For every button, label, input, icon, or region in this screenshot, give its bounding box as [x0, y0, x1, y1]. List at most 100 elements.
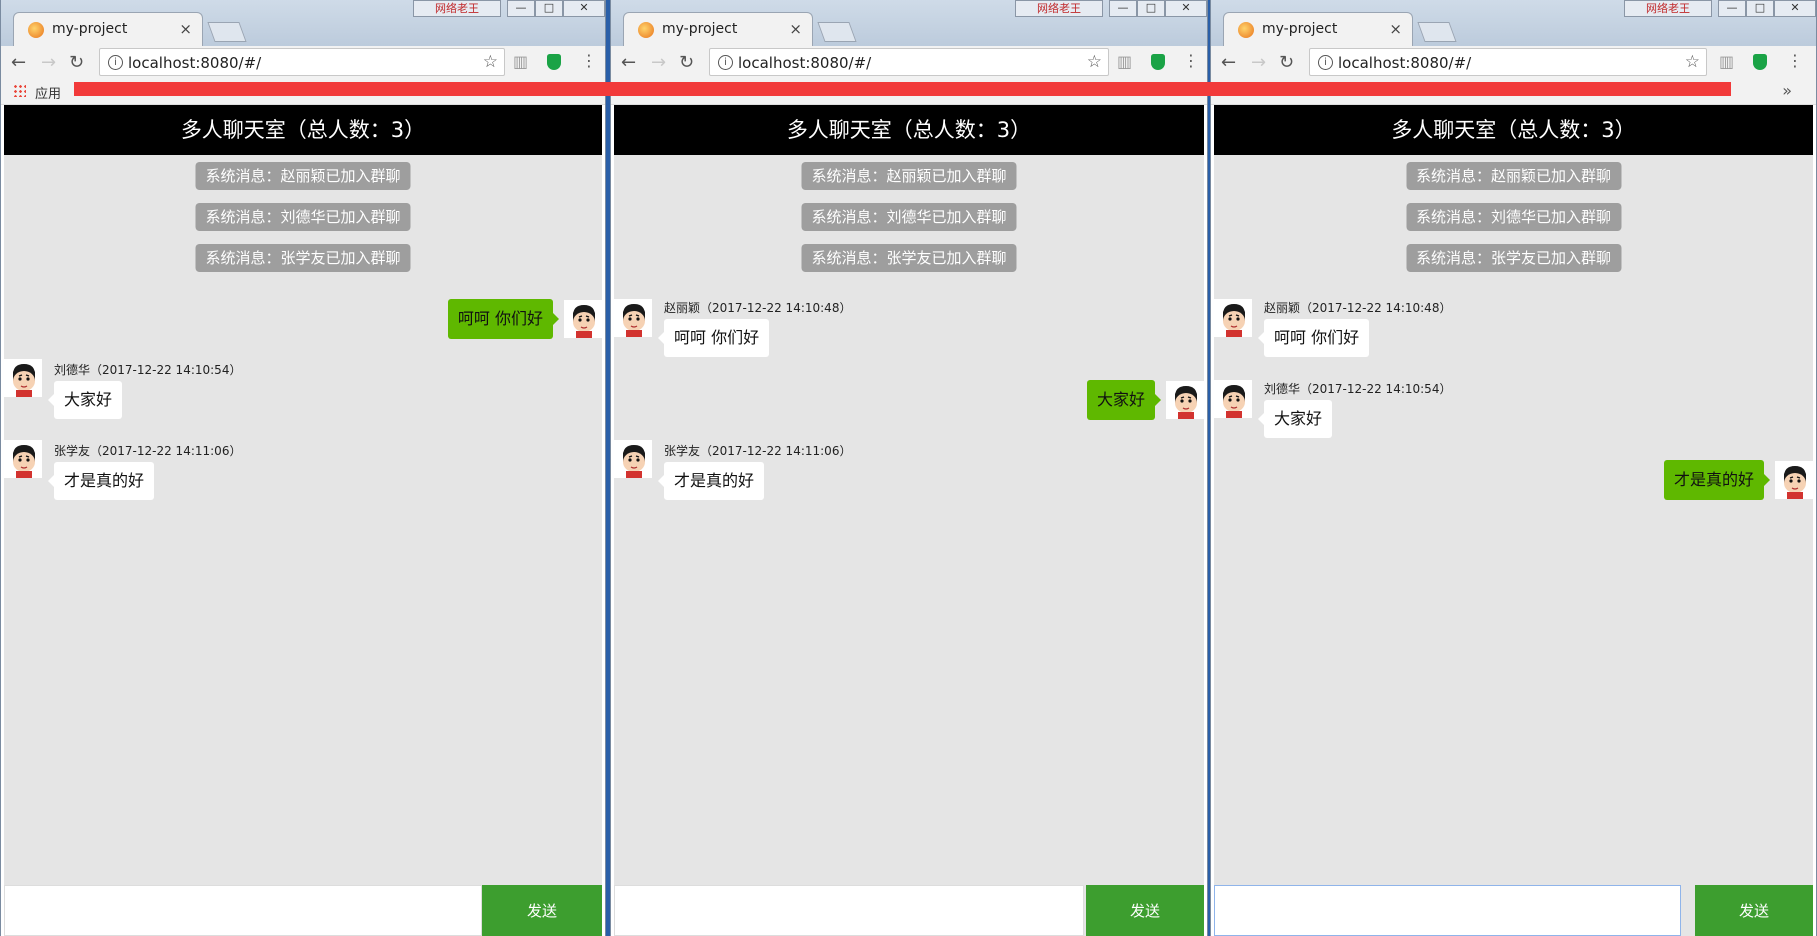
browser-tab[interactable]: my-project × [623, 12, 813, 46]
new-tab-button[interactable] [207, 22, 247, 42]
system-message: 系统消息：赵丽颖已加入群聊 [801, 162, 1017, 190]
address-bar[interactable]: i localhost:8080/#/ ☆ [99, 48, 505, 76]
url-text: localhost:8080/#/ [738, 54, 872, 72]
url-text: localhost:8080/#/ [1338, 54, 1472, 72]
message-meta: 赵丽颖（2017-12-22 14:10:48） [1264, 301, 1452, 315]
chat-header: 多人聊天室（总人数：3） [1214, 105, 1813, 155]
avatar [564, 300, 602, 338]
menu-icon[interactable]: ⋮ [581, 51, 597, 70]
message-meta: 刘德华（2017-12-22 14:10:54） [1264, 382, 1452, 396]
browser-tab[interactable]: my-project × [1223, 12, 1413, 46]
shield-extension-icon[interactable] [547, 54, 561, 70]
back-icon[interactable]: ← [1221, 52, 1236, 73]
forward-icon[interactable]: → [651, 52, 666, 73]
chat-app: 多人聊天室（总人数：3） 系统消息：赵丽颖已加入群聊 系统消息：刘德华已加入群聊… [614, 105, 1204, 936]
new-tab-button[interactable] [1417, 22, 1457, 42]
tab-title: my-project [52, 21, 128, 37]
reload-icon[interactable]: ↻ [1279, 52, 1294, 73]
info-icon[interactable]: i [108, 55, 123, 70]
info-icon[interactable]: i [1318, 55, 1333, 70]
bookmark-star-icon[interactable]: ☆ [483, 52, 498, 72]
minimize-button[interactable]: — [1109, 0, 1137, 17]
window-controls: 网络老王 — □ ✕ [1624, 0, 1816, 17]
favicon-icon [28, 22, 44, 38]
tab-title: my-project [662, 21, 738, 37]
reload-icon[interactable]: ↻ [679, 52, 694, 73]
shield-extension-icon[interactable] [1753, 54, 1767, 70]
message-input[interactable] [4, 885, 482, 936]
avatar [614, 440, 652, 478]
reader-icon[interactable]: ▥ [1117, 52, 1132, 71]
apps-icon[interactable] [13, 84, 26, 97]
apps-label[interactable]: 应用 [35, 83, 61, 102]
message-bubble: 呵呵 你们好 [1257, 319, 1370, 357]
window-controls: 网络老王 — □ ✕ [413, 0, 605, 17]
system-message: 系统消息：张学友已加入群聊 [1405, 244, 1622, 272]
message-bubble: 呵呵 你们好 [657, 319, 770, 357]
new-tab-button[interactable] [817, 22, 857, 42]
message-input[interactable] [614, 885, 1084, 936]
system-message: 系统消息：刘德华已加入群聊 [195, 203, 411, 231]
maximize-button[interactable]: □ [1746, 0, 1774, 17]
message-meta: 赵丽颖（2017-12-22 14:10:48） [664, 301, 852, 315]
back-icon[interactable]: ← [11, 52, 26, 73]
bookmarks-overflow-icon[interactable]: » [1782, 81, 1792, 100]
self-message-bubble: 大家好 [1086, 380, 1162, 420]
reader-icon[interactable]: ▥ [1719, 52, 1734, 71]
self-message-bubble: 呵呵 你们好 [447, 299, 560, 339]
extension-badge[interactable]: 网络老王 [413, 0, 501, 17]
maximize-button[interactable]: □ [1137, 0, 1165, 17]
close-tab-icon[interactable]: × [1389, 20, 1402, 38]
tab-title: my-project [1262, 21, 1338, 37]
message-meta: 刘德华（2017-12-22 14:10:54） [54, 363, 242, 377]
maximize-button[interactable]: □ [535, 0, 563, 17]
system-message: 系统消息：张学友已加入群聊 [801, 244, 1017, 272]
browser-tab[interactable]: my-project × [13, 12, 203, 46]
forward-icon[interactable]: → [41, 52, 56, 73]
close-tab-icon[interactable]: × [179, 20, 192, 38]
address-bar[interactable]: i localhost:8080/#/ ☆ [1309, 48, 1707, 76]
extension-badge[interactable]: 网络老王 [1624, 0, 1712, 17]
browser-toolbar: ← → ↻ i localhost:8080/#/ ☆ ▥ ⋮ [1, 46, 605, 78]
reader-icon[interactable]: ▥ [513, 52, 528, 71]
minimize-button[interactable]: — [507, 0, 535, 17]
send-button[interactable]: 发送 [1695, 885, 1813, 936]
redaction-bar [74, 82, 1731, 96]
favicon-icon [638, 22, 654, 38]
extension-badge[interactable]: 网络老王 [1015, 0, 1103, 17]
message-meta: 张学友（2017-12-22 14:11:06） [54, 444, 242, 458]
address-bar[interactable]: i localhost:8080/#/ ☆ [709, 48, 1109, 76]
close-window-button[interactable]: ✕ [563, 0, 605, 17]
menu-icon[interactable]: ⋮ [1183, 51, 1199, 70]
reload-icon[interactable]: ↻ [69, 52, 84, 73]
minimize-button[interactable]: — [1718, 0, 1746, 17]
avatar [1214, 380, 1252, 418]
shield-extension-icon[interactable] [1151, 54, 1165, 70]
info-icon[interactable]: i [718, 55, 733, 70]
browser-toolbar: ← → ↻ i localhost:8080/#/ ☆ ▥ ⋮ [611, 46, 1207, 78]
browser-window-1: my-project × 网络老王 — □ ✕ ← → ↻ i localhos… [0, 0, 606, 936]
forward-icon[interactable]: → [1251, 52, 1266, 73]
bookmark-star-icon[interactable]: ☆ [1087, 52, 1102, 72]
self-message-bubble: 才是真的好 [1663, 460, 1771, 500]
message-composer: 发送 [4, 883, 602, 936]
avatar [1775, 461, 1813, 499]
favicon-icon [1238, 22, 1254, 38]
close-window-button[interactable]: ✕ [1774, 0, 1816, 17]
message-bubble: 才是真的好 [47, 462, 155, 500]
browser-window-3: my-project × 网络老王 — □ ✕ ← → ↻ i localhos… [1210, 0, 1817, 936]
menu-icon[interactable]: ⋮ [1787, 51, 1803, 70]
bookmark-star-icon[interactable]: ☆ [1685, 52, 1700, 72]
message-input[interactable] [1214, 885, 1681, 936]
send-button[interactable]: 发送 [1086, 885, 1204, 936]
system-message: 系统消息：刘德华已加入群聊 [801, 203, 1017, 231]
system-message: 系统消息：赵丽颖已加入群聊 [195, 162, 411, 190]
avatar [4, 359, 42, 397]
back-icon[interactable]: ← [621, 52, 636, 73]
close-tab-icon[interactable]: × [789, 20, 802, 38]
system-message: 系统消息：张学友已加入群聊 [195, 244, 411, 272]
title-bar: my-project × 网络老王 — □ ✕ [1211, 0, 1816, 46]
close-window-button[interactable]: ✕ [1165, 0, 1207, 17]
send-button[interactable]: 发送 [482, 885, 602, 936]
title-bar: my-project × 网络老王 — □ ✕ [1, 0, 605, 46]
